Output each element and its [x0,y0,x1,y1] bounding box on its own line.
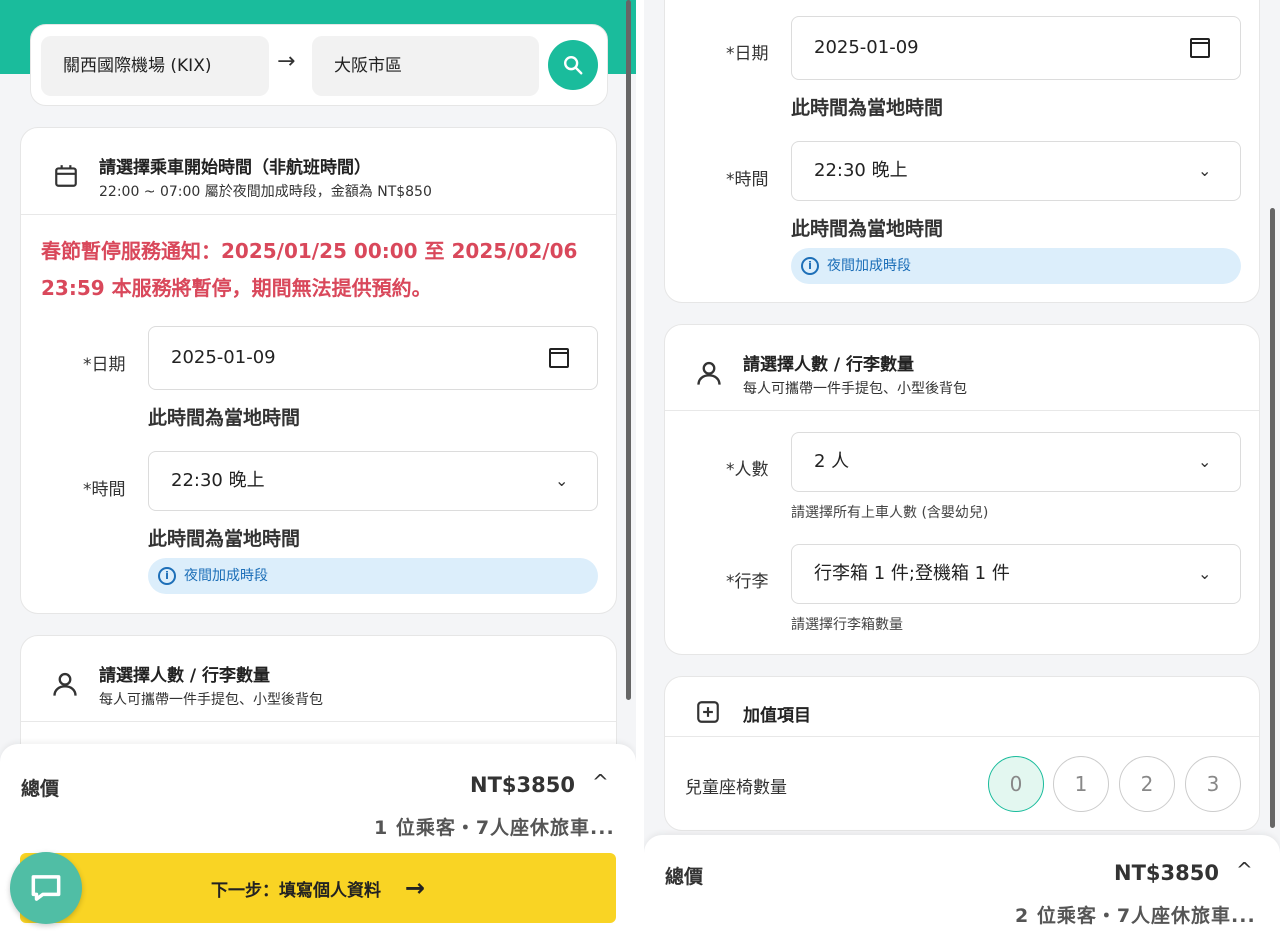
addon-card: 加值項目 兒童座椅數量 0 1 2 3 [664,676,1260,831]
person-icon [697,361,721,385]
people-card-header: 請選擇人數 / 行李數量 每人可攜帶一件手提包、小型後背包 [21,636,616,722]
luggage-select[interactable]: 行李箱 1 件;登機箱 1 件 ⌄ [791,544,1241,604]
arrow-right-icon: → [404,874,426,902]
chevron-up-icon[interactable]: ^ [1236,858,1253,882]
time-hint: 此時間為當地時間 [148,528,301,550]
people-hint: 請選擇所有上車人數 (含嬰幼兒) [791,505,989,521]
addon-card-header: 加值項目 [665,677,1259,737]
next-step-button[interactable]: 下一步：填寫個人資料 → [20,853,616,923]
date-value: 2025-01-09 [171,347,276,368]
child-seat-option-1[interactable]: 1 [1053,756,1109,812]
people-label: *人數 [726,460,769,480]
chat-icon [31,875,61,901]
price-footer: 總價 NT$3850 ^ 2 位乘客・7人座休旅車... [644,835,1280,931]
luggage-label: *行李 [726,572,769,592]
time-card-continued: *日期 2025-01-09 此時間為當地時間 *時間 22:30 晚上 ⌄ 此… [664,0,1260,303]
time-value: 22:30 晚上 [814,160,908,181]
date-field[interactable]: 2025-01-09 [791,16,1241,80]
time-label: *時間 [83,480,126,500]
date-label: *日期 [726,44,769,64]
date-hint: 此時間為當地時間 [791,97,944,119]
luggage-value: 行李箱 1 件;登機箱 1 件 [814,563,1010,584]
left-panel: 關西國際機場 (KIX) → 大阪市區 請選擇乘車開始時間（非航班時間） 22:… [0,0,636,931]
service-notice: 春節暫停服務通知：2025/01/25 00:00 至 2025/02/06 2… [41,239,578,300]
chevron-down-icon: ⌄ [1198,452,1212,471]
chat-button[interactable] [10,852,82,924]
time-value: 22:30 晚上 [171,470,265,491]
total-amount: NT$3850 [470,773,575,797]
night-surcharge-chip: i 夜間加成時段 [148,558,598,594]
date-field[interactable]: 2025-01-09 [148,326,598,390]
date-value: 2025-01-09 [814,37,919,58]
child-seat-label: 兒童座椅數量 [685,778,787,798]
time-card-title: 請選擇乘車開始時間（非航班時間） [99,158,371,178]
addon-card-title: 加值項目 [743,706,811,726]
from-location[interactable]: 關西國際機場 (KIX) [41,36,269,96]
right-panel: *日期 2025-01-09 此時間為當地時間 *時間 22:30 晚上 ⌄ 此… [644,0,1280,931]
to-location[interactable]: 大阪市區 [312,36,539,96]
people-card-subtitle: 每人可攜帶一件手提包、小型後背包 [743,381,967,397]
people-value: 2 人 [814,451,850,472]
total-amount: NT$3850 [1114,861,1219,885]
chevron-up-icon[interactable]: ^ [592,770,609,794]
search-button[interactable] [548,40,598,90]
people-card: 請選擇人數 / 行李數量 每人可攜帶一件手提包、小型後背包 *人數 2 人 ⌄ … [664,324,1260,655]
child-seat-option-2[interactable]: 2 [1119,756,1175,812]
time-card-subtitle: 22:00 ~ 07:00 屬於夜間加成時段，金額為 NT$850 [99,184,432,200]
people-select[interactable]: 2 人 ⌄ [791,432,1241,492]
info-icon: i [158,567,176,585]
calendar-icon [1190,38,1210,58]
next-step-label: 下一步：填寫個人資料 [210,881,381,901]
time-hint: 此時間為當地時間 [791,218,944,240]
arrow-right-icon: → [277,49,296,74]
person-icon [53,672,77,696]
night-chip-label: 夜間加成時段 [184,568,268,584]
scrollbar[interactable] [626,0,631,700]
time-label: *時間 [726,170,769,190]
search-icon [564,56,583,75]
night-surcharge-chip: i 夜間加成時段 [791,248,1241,284]
calendar-icon [55,165,77,187]
info-icon: i [801,257,819,275]
chevron-down-icon: ⌄ [555,471,569,490]
time-select[interactable]: 22:30 晚上 ⌄ [148,451,598,511]
night-chip-label: 夜間加成時段 [827,258,911,274]
time-card-header: 請選擇乘車開始時間（非航班時間） 22:00 ~ 07:00 屬於夜間加成時段，… [21,128,616,215]
booking-summary: 1 位乘客・7人座休旅車... [374,817,615,839]
calendar-icon [549,348,569,368]
child-seat-option-3[interactable]: 3 [1185,756,1241,812]
time-select[interactable]: 22:30 晚上 ⌄ [791,141,1241,201]
luggage-hint: 請選擇行李箱數量 [791,617,903,633]
date-hint: 此時間為當地時間 [148,407,301,429]
chevron-down-icon: ⌄ [1198,161,1212,180]
date-label: *日期 [83,355,126,375]
booking-summary: 2 位乘客・7人座休旅車... [1015,905,1256,927]
plus-square-icon [697,701,719,723]
child-seat-option-0[interactable]: 0 [988,756,1044,812]
route-search-box: 關西國際機場 (KIX) → 大阪市區 [30,24,608,106]
people-card-header: 請選擇人數 / 行李數量 每人可攜帶一件手提包、小型後背包 [665,325,1259,411]
total-label: 總價 [665,866,704,888]
people-card-title: 請選擇人數 / 行李數量 [743,355,915,375]
panel-divider [636,0,644,931]
price-footer: 總價 NT$3850 ^ 1 位乘客・7人座休旅車... 下一步：填寫個人資料 … [0,744,636,931]
total-label: 總價 [21,778,60,800]
chevron-down-icon: ⌄ [1198,564,1212,583]
people-card-subtitle: 每人可攜帶一件手提包、小型後背包 [99,692,323,708]
people-card-title: 請選擇人數 / 行李數量 [99,666,271,686]
scrollbar[interactable] [1270,208,1275,828]
time-card: 請選擇乘車開始時間（非航班時間） 22:00 ~ 07:00 屬於夜間加成時段，… [20,127,617,614]
